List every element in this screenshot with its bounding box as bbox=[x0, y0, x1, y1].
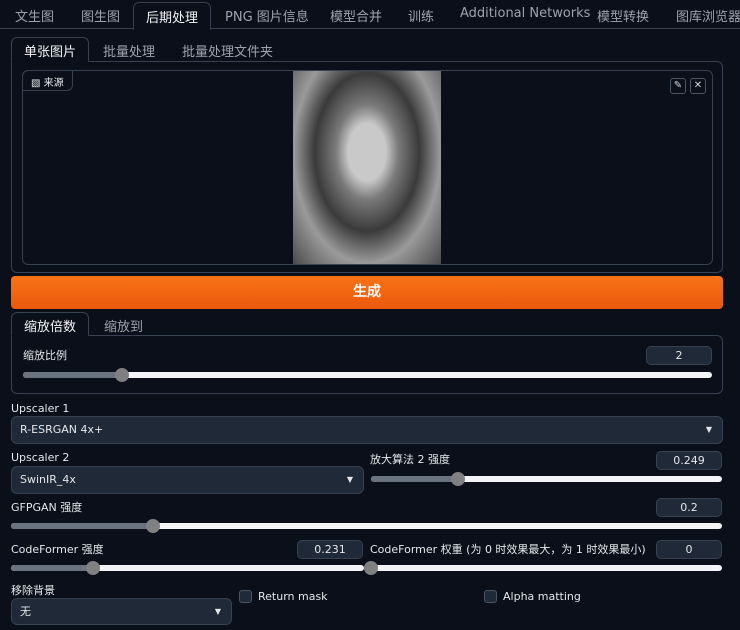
gfpgan-slider[interactable] bbox=[11, 519, 722, 533]
scale-slider[interactable] bbox=[23, 368, 712, 382]
subtab-batch-folder[interactable]: 批量处理文件夹 bbox=[182, 41, 273, 60]
scale-label: 缩放比例 bbox=[23, 349, 67, 362]
subtab-single[interactable]: 单张图片 bbox=[11, 37, 90, 62]
upscaler2-value: SwinIR_4x bbox=[20, 473, 76, 486]
codeformer-input[interactable]: 0.231 bbox=[297, 540, 363, 559]
codeformer-weight-slider[interactable] bbox=[364, 561, 722, 575]
slider-fill bbox=[23, 372, 122, 378]
edit-icon[interactable]: ✎ bbox=[670, 78, 686, 94]
source-image bbox=[293, 71, 441, 264]
slider-thumb[interactable] bbox=[85, 561, 100, 575]
tab-train[interactable]: 训练 bbox=[408, 6, 434, 25]
remove-bg-label: 移除背景 bbox=[11, 584, 55, 597]
generate-button[interactable]: 生成 bbox=[11, 276, 723, 309]
image-icon: ▧ bbox=[31, 78, 44, 89]
upscaler2-label: Upscaler 2 bbox=[11, 451, 70, 464]
upscaler1-value: R-ESRGAN 4x+ bbox=[20, 423, 104, 436]
tab-img2img[interactable]: 图生图 bbox=[81, 6, 120, 25]
top-tab-bar: 文生图 图生图 后期处理 PNG 图片信息 模型合并 训练 Additional… bbox=[0, 0, 740, 30]
slider-fill bbox=[11, 565, 93, 571]
tab-scale-by[interactable]: 缩放倍数 bbox=[11, 312, 90, 336]
tab-txt2img[interactable]: 文生图 bbox=[15, 6, 54, 25]
upscaler2-strength-slider[interactable] bbox=[371, 472, 722, 486]
alpha-matting-label: Alpha matting bbox=[503, 590, 581, 603]
slider-thumb[interactable] bbox=[364, 561, 378, 575]
upscaler2-strength-input[interactable]: 0.249 bbox=[656, 451, 722, 470]
codeformer-weight-label: CodeFormer 权重 (为 0 时效果最大，为 1 时效果最小) bbox=[370, 543, 646, 556]
chevron-down-icon: ▼ bbox=[346, 475, 353, 484]
upscaler1-select[interactable]: R-ESRGAN 4x+ ▼ bbox=[11, 416, 723, 444]
tab-merge[interactable]: 模型合并 bbox=[330, 6, 382, 25]
slider-fill bbox=[11, 523, 154, 529]
tab-gallery[interactable]: 图库浏览器 bbox=[676, 6, 740, 25]
remove-bg-value: 无 bbox=[20, 605, 31, 618]
scale-panel bbox=[11, 335, 723, 394]
alpha-matting-checkbox[interactable] bbox=[484, 590, 497, 603]
chevron-down-icon: ▼ bbox=[214, 607, 221, 616]
upscaler2-strength-label: 放大算法 2 强度 bbox=[370, 453, 450, 466]
upscaler1-label: Upscaler 1 bbox=[11, 402, 70, 415]
chevron-down-icon: ▼ bbox=[705, 425, 712, 434]
upscaler2-select[interactable]: SwinIR_4x ▼ bbox=[11, 466, 364, 494]
close-icon[interactable]: ✕ bbox=[690, 78, 706, 94]
codeformer-slider[interactable] bbox=[11, 561, 364, 575]
tab-extras[interactable]: 后期处理 bbox=[133, 2, 212, 30]
gfpgan-label: GFPGAN 强度 bbox=[11, 501, 83, 514]
tab-png-info[interactable]: PNG 图片信息 bbox=[225, 6, 309, 25]
tab-additional-networks[interactable]: Additional Networks bbox=[460, 6, 590, 21]
remove-bg-select[interactable]: 无 ▼ bbox=[11, 598, 232, 625]
codeformer-weight-input[interactable]: 0 bbox=[656, 540, 722, 559]
image-label: ▧ 来源 bbox=[22, 70, 73, 91]
tab-model-convert[interactable]: 模型转换 bbox=[597, 6, 649, 25]
slider-fill bbox=[371, 476, 459, 482]
subtab-batch[interactable]: 批量处理 bbox=[103, 41, 155, 60]
return-mask-label: Return mask bbox=[258, 590, 328, 603]
slider-thumb[interactable] bbox=[114, 368, 129, 382]
gfpgan-input[interactable]: 0.2 bbox=[656, 498, 722, 517]
tab-scale-to[interactable]: 缩放到 bbox=[104, 316, 143, 335]
image-label-text: 来源 bbox=[43, 78, 64, 89]
return-mask-checkbox[interactable] bbox=[239, 590, 252, 603]
scale-input[interactable]: 2 bbox=[646, 346, 712, 365]
slider-thumb[interactable] bbox=[451, 472, 466, 486]
slider-thumb[interactable] bbox=[146, 519, 161, 533]
codeformer-label: CodeFormer 强度 bbox=[11, 543, 104, 556]
